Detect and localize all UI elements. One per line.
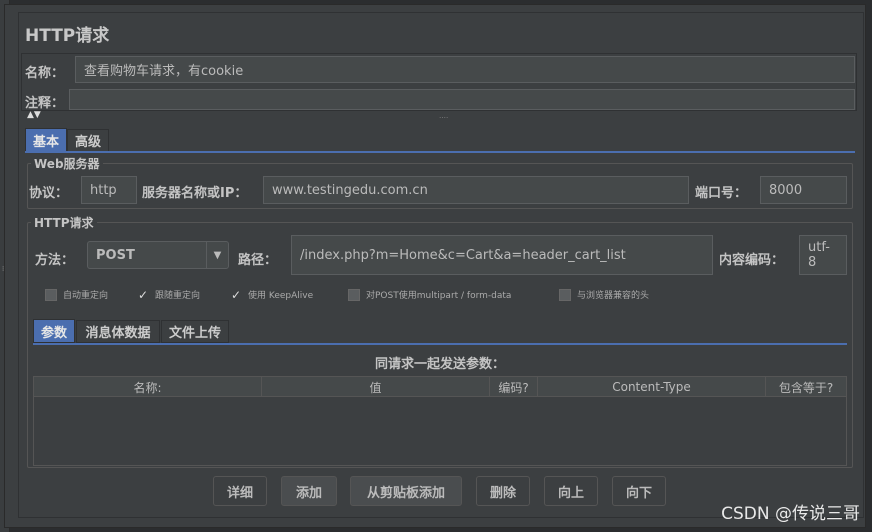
checkbox-follow-redirect[interactable]: ✓ 跟随重定向 bbox=[137, 288, 201, 302]
column-header-name[interactable]: 名称: bbox=[34, 377, 262, 397]
checkbox-icon[interactable] bbox=[348, 288, 360, 301]
name-label: 名称： bbox=[25, 66, 65, 81]
http-request-label: HTTP请求 bbox=[31, 214, 97, 231]
subtab-underline bbox=[33, 343, 847, 345]
checkmark-icon[interactable]: ✓ bbox=[137, 288, 149, 302]
checkbox-keepalive[interactable]: ✓ 使用 KeepAlive bbox=[230, 288, 314, 302]
tab-underline bbox=[25, 151, 855, 153]
watermark: CSDN @传说三哥 bbox=[721, 504, 860, 524]
column-header-include-equals[interactable]: 包含等于? bbox=[766, 377, 846, 397]
checkbox-icon[interactable] bbox=[45, 288, 57, 301]
server-input[interactable]: www.testingedu.com.cn bbox=[263, 176, 689, 204]
encoding-input[interactable]: utf-8 bbox=[799, 235, 847, 275]
http-request-panel: HTTP请求 名称： 查看购物车请求，有cookie 注释： ▲▼ ‥‥ 基本 … bbox=[18, 12, 864, 518]
protocol-input[interactable]: http bbox=[81, 176, 137, 204]
method-value: POST bbox=[96, 247, 135, 263]
divider-grip-icon[interactable]: ‥‥ bbox=[439, 112, 448, 120]
collapse-arrows-icon[interactable]: ▲▼ bbox=[27, 110, 41, 120]
comment-label: 注释： bbox=[25, 96, 65, 111]
column-header-encode[interactable]: 编码? bbox=[490, 377, 538, 397]
move-down-button[interactable]: 向下 bbox=[612, 476, 666, 506]
dropdown-arrow-icon[interactable]: ▼ bbox=[206, 242, 228, 268]
option-label: 使用 KeepAlive bbox=[248, 291, 314, 301]
port-label: 端口号： bbox=[695, 186, 748, 201]
delete-button[interactable]: 删除 bbox=[476, 476, 530, 506]
name-input[interactable]: 查看购物车请求，有cookie bbox=[75, 56, 855, 83]
tab-basic[interactable]: 基本 bbox=[25, 128, 67, 152]
checkbox-auto-redirect[interactable]: 自动重定向 bbox=[45, 288, 108, 301]
option-label: 与浏览器兼容的头 bbox=[577, 291, 650, 301]
column-header-content-type[interactable]: Content-Type bbox=[538, 377, 766, 397]
add-button[interactable]: 添加 bbox=[281, 476, 337, 506]
tab-parameters[interactable]: 参数 bbox=[33, 319, 75, 343]
checkbox-multipart[interactable]: 对POST使用multipart / form-data bbox=[348, 288, 511, 301]
option-label: 跟随重定向 bbox=[155, 291, 201, 301]
method-label: 方法： bbox=[35, 253, 75, 268]
checkbox-browser-headers[interactable]: 与浏览器兼容的头 bbox=[559, 288, 649, 301]
checkmark-icon[interactable]: ✓ bbox=[230, 288, 242, 302]
move-up-button[interactable]: 向上 bbox=[544, 476, 598, 506]
comment-input[interactable] bbox=[69, 89, 855, 110]
tab-body-data[interactable]: 消息体数据 bbox=[76, 320, 160, 343]
encoding-label: 内容编码： bbox=[719, 253, 785, 268]
protocol-label: 协议： bbox=[29, 186, 69, 201]
checkbox-icon[interactable] bbox=[559, 288, 571, 301]
tab-advanced[interactable]: 高级 bbox=[67, 129, 109, 152]
path-input[interactable]: /index.php?m=Home&c=Cart&a=header_cart_l… bbox=[291, 235, 713, 275]
panel-title: HTTP请求 bbox=[25, 26, 110, 46]
option-label: 对POST使用multipart / form-data bbox=[366, 291, 512, 301]
server-label: 服务器名称或IP： bbox=[142, 186, 248, 201]
method-select[interactable]: POST ▼ bbox=[87, 241, 229, 269]
detail-button[interactable]: 详细 bbox=[213, 476, 267, 506]
port-input[interactable]: 8000 bbox=[760, 176, 847, 204]
tab-file-upload[interactable]: 文件上传 bbox=[161, 320, 229, 343]
params-table[interactable]: 名称: 值 编码? Content-Type 包含等于? bbox=[33, 376, 847, 466]
params-caption: 同请求一起发送参数： bbox=[374, 357, 505, 372]
option-label: 自动重定向 bbox=[63, 291, 109, 301]
add-from-clipboard-button[interactable]: 从剪贴板添加 bbox=[350, 476, 462, 506]
path-label: 路径： bbox=[238, 253, 278, 268]
column-header-value[interactable]: 值 bbox=[262, 377, 490, 397]
web-server-label: Web服务器 bbox=[31, 155, 103, 172]
params-table-header: 名称: 值 编码? Content-Type 包含等于? bbox=[34, 377, 846, 397]
